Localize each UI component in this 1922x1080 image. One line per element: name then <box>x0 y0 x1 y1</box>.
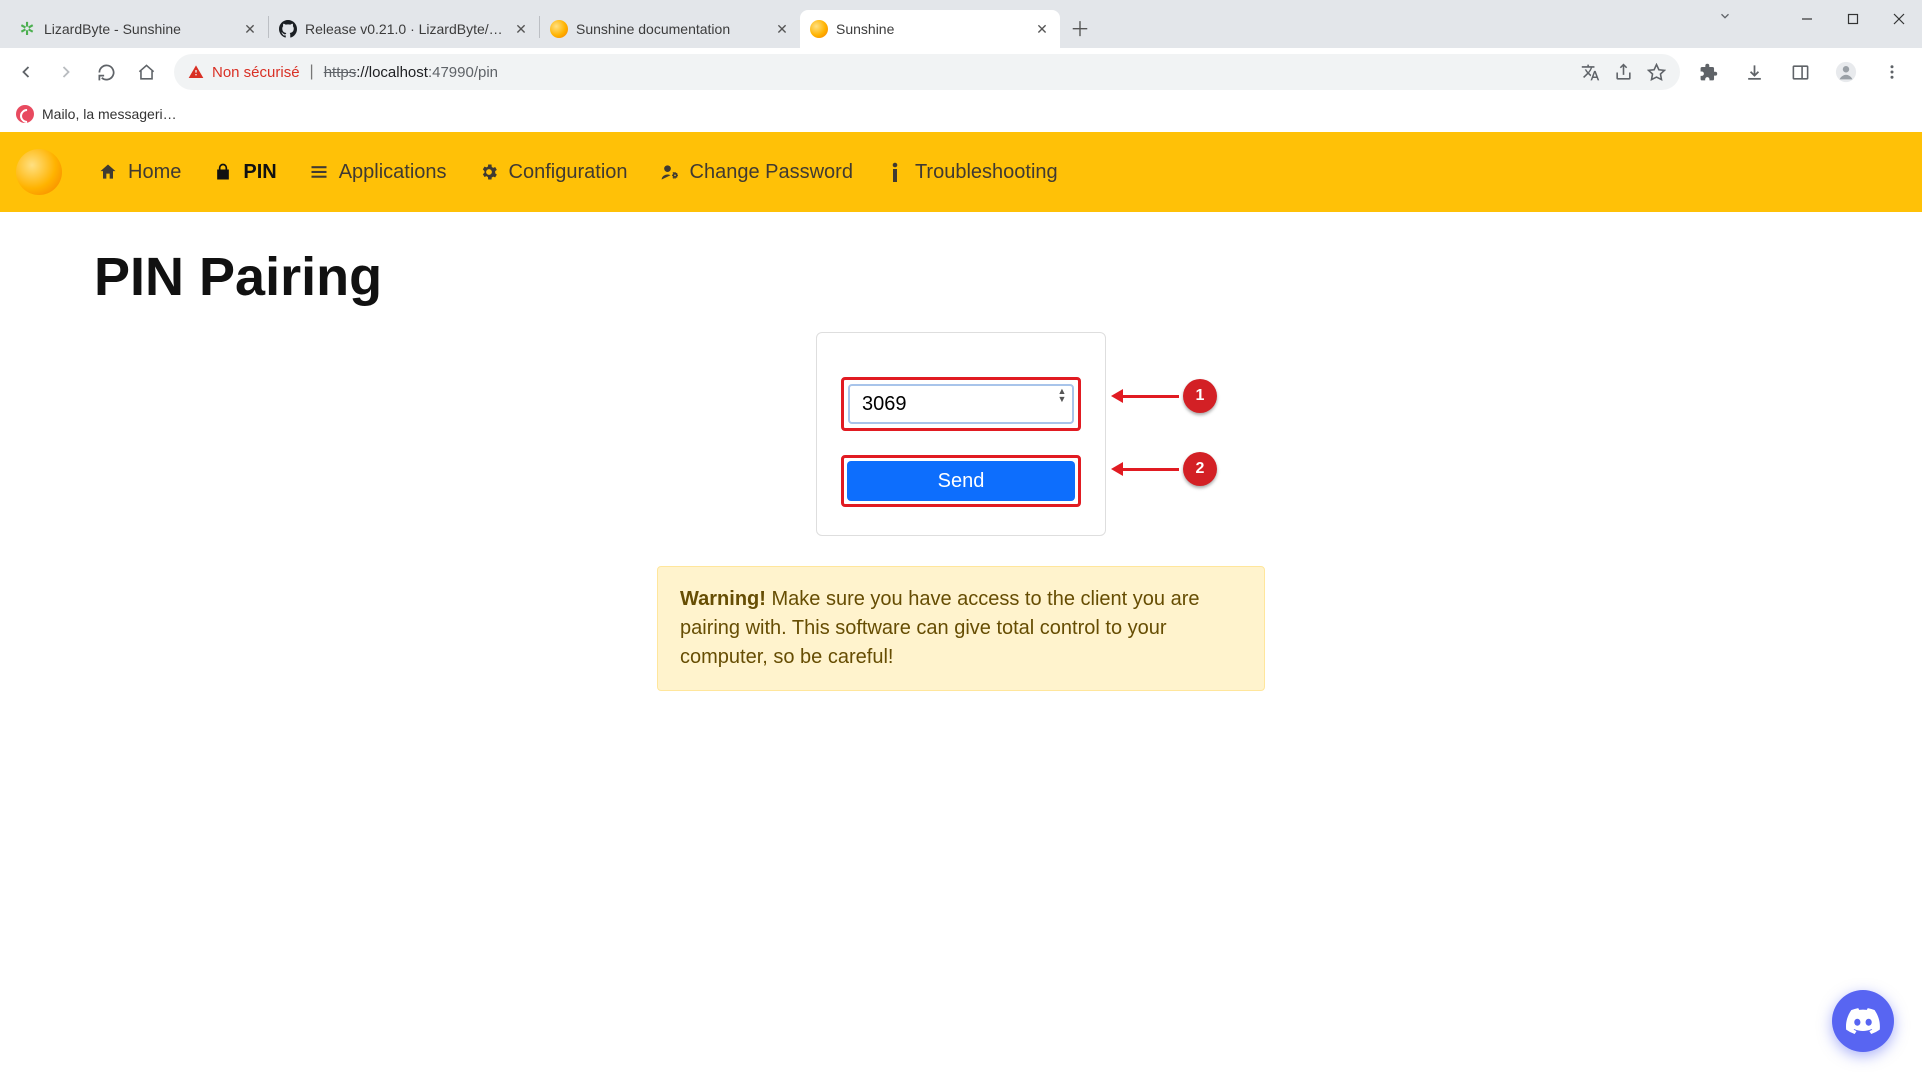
number-spinner: ▲ ▼ <box>1055 387 1069 403</box>
toolbar-right-cluster <box>1690 54 1914 90</box>
send-button[interactable]: Send <box>847 461 1075 501</box>
user-gear-icon <box>660 162 680 182</box>
annotation-arrow-2: 2 <box>1111 452 1217 486</box>
address-bar[interactable]: Non sécurisé | https://localhost:47990/p… <box>174 54 1680 90</box>
browser-toolbar: Non sécurisé | https://localhost:47990/p… <box>0 48 1922 96</box>
nav-configuration[interactable]: Configuration <box>465 153 642 192</box>
mailo-icon <box>16 105 34 123</box>
spinner-down-icon[interactable]: ▼ <box>1055 395 1069 403</box>
app-navbar: Home PIN Applications Configuration Chan… <box>0 132 1922 212</box>
sunshine-icon <box>550 20 568 38</box>
maximize-button[interactable] <box>1830 0 1876 38</box>
extensions-icon[interactable] <box>1690 54 1726 90</box>
alert-bold: Warning! <box>680 588 766 610</box>
back-button[interactable] <box>8 54 44 90</box>
lock-icon <box>213 162 233 182</box>
tab-title: Sunshine <box>836 21 1026 37</box>
nav-troubleshooting[interactable]: Troubleshooting <box>871 153 1072 192</box>
nav-label: Change Password <box>690 161 853 184</box>
sidepanel-icon[interactable] <box>1782 54 1818 90</box>
nav-label: Applications <box>339 161 447 184</box>
bookmarks-bar: Mailo, la messageri… <box>0 96 1922 132</box>
tab-lizardbyte[interactable]: ✲ LizardByte - Sunshine ✕ <box>8 10 268 48</box>
close-icon[interactable]: ✕ <box>1034 21 1050 37</box>
home-button-toolbar[interactable] <box>128 54 164 90</box>
github-icon <box>279 20 297 38</box>
page-title: PIN Pairing <box>94 246 1828 308</box>
nav-label: Troubleshooting <box>915 161 1058 184</box>
window-controls <box>1784 0 1922 38</box>
profile-avatar-icon[interactable] <box>1828 54 1864 90</box>
arrow-head-icon <box>1111 389 1123 403</box>
nav-home[interactable]: Home <box>84 153 195 192</box>
reload-button[interactable] <box>88 54 124 90</box>
tab-github-release[interactable]: Release v0.21.0 · LizardByte/Sun ✕ <box>269 10 539 48</box>
tab-title: Release v0.21.0 · LizardByte/Sun <box>305 21 505 37</box>
close-icon[interactable]: ✕ <box>242 21 258 37</box>
close-window-button[interactable] <box>1876 0 1922 38</box>
tab-strip: ✲ LizardByte - Sunshine ✕ Release v0.21.… <box>0 0 1922 48</box>
new-tab-button[interactable]: ＋ <box>1066 13 1094 41</box>
sunshine-icon <box>810 20 828 38</box>
annotation-badge: 1 <box>1183 379 1217 413</box>
nav-pin[interactable]: PIN <box>199 153 290 192</box>
close-icon[interactable]: ✕ <box>513 21 529 37</box>
nav-label: Home <box>128 161 181 184</box>
close-icon[interactable]: ✕ <box>774 21 790 37</box>
discord-fab[interactable] <box>1832 990 1894 1052</box>
tab-title: LizardByte - Sunshine <box>44 21 234 37</box>
discord-icon <box>1846 1004 1880 1038</box>
nav-applications[interactable]: Applications <box>295 153 461 192</box>
url-text: https://localhost:47990/pin <box>324 64 498 81</box>
translate-icon[interactable] <box>1581 63 1600 82</box>
nav-label: PIN <box>243 161 276 184</box>
warning-alert: Warning! Make sure you have access to th… <box>657 566 1265 691</box>
home-icon <box>98 162 118 182</box>
insecure-warning: Non sécurisé <box>188 64 300 81</box>
tab-title: Sunshine documentation <box>576 21 766 37</box>
forward-button[interactable] <box>48 54 84 90</box>
tabs-dropdown-icon[interactable] <box>1718 9 1732 23</box>
list-icon <box>309 162 329 182</box>
page-content: PIN Pairing ▲ ▼ Send 1 2 Warnin <box>0 212 1922 725</box>
nav-label: Configuration <box>509 161 628 184</box>
annotation-arrow-1: 1 <box>1111 379 1217 413</box>
pin-card: ▲ ▼ Send <box>816 332 1106 536</box>
bookmark-label: Mailo, la messageri… <box>42 106 177 122</box>
warning-triangle-icon <box>188 64 204 80</box>
tab-sunshine-docs[interactable]: Sunshine documentation ✕ <box>540 10 800 48</box>
info-icon <box>885 162 905 182</box>
menu-kebab-icon[interactable] <box>1874 54 1910 90</box>
annotation-badge: 2 <box>1183 452 1217 486</box>
arrow-head-icon <box>1111 462 1123 476</box>
tab-sunshine[interactable]: Sunshine ✕ <box>800 10 1060 48</box>
send-button-highlight: Send <box>841 455 1081 507</box>
minimize-button[interactable] <box>1784 0 1830 38</box>
pin-input[interactable] <box>848 384 1074 424</box>
gear-icon <box>479 162 499 182</box>
lizard-icon: ✲ <box>18 20 36 38</box>
insecure-label: Non sécurisé <box>212 64 300 81</box>
downloads-icon[interactable] <box>1736 54 1772 90</box>
browser-chrome: ✲ LizardByte - Sunshine ✕ Release v0.21.… <box>0 0 1922 132</box>
sunshine-logo[interactable] <box>16 149 62 195</box>
pin-input-highlight: ▲ ▼ <box>841 377 1081 431</box>
nav-change-password[interactable]: Change Password <box>646 153 867 192</box>
omnibox-separator: | <box>310 63 314 81</box>
share-icon[interactable] <box>1614 63 1633 82</box>
bookmark-star-icon[interactable] <box>1647 63 1666 82</box>
bookmark-mailo[interactable]: Mailo, la messageri… <box>16 105 177 123</box>
